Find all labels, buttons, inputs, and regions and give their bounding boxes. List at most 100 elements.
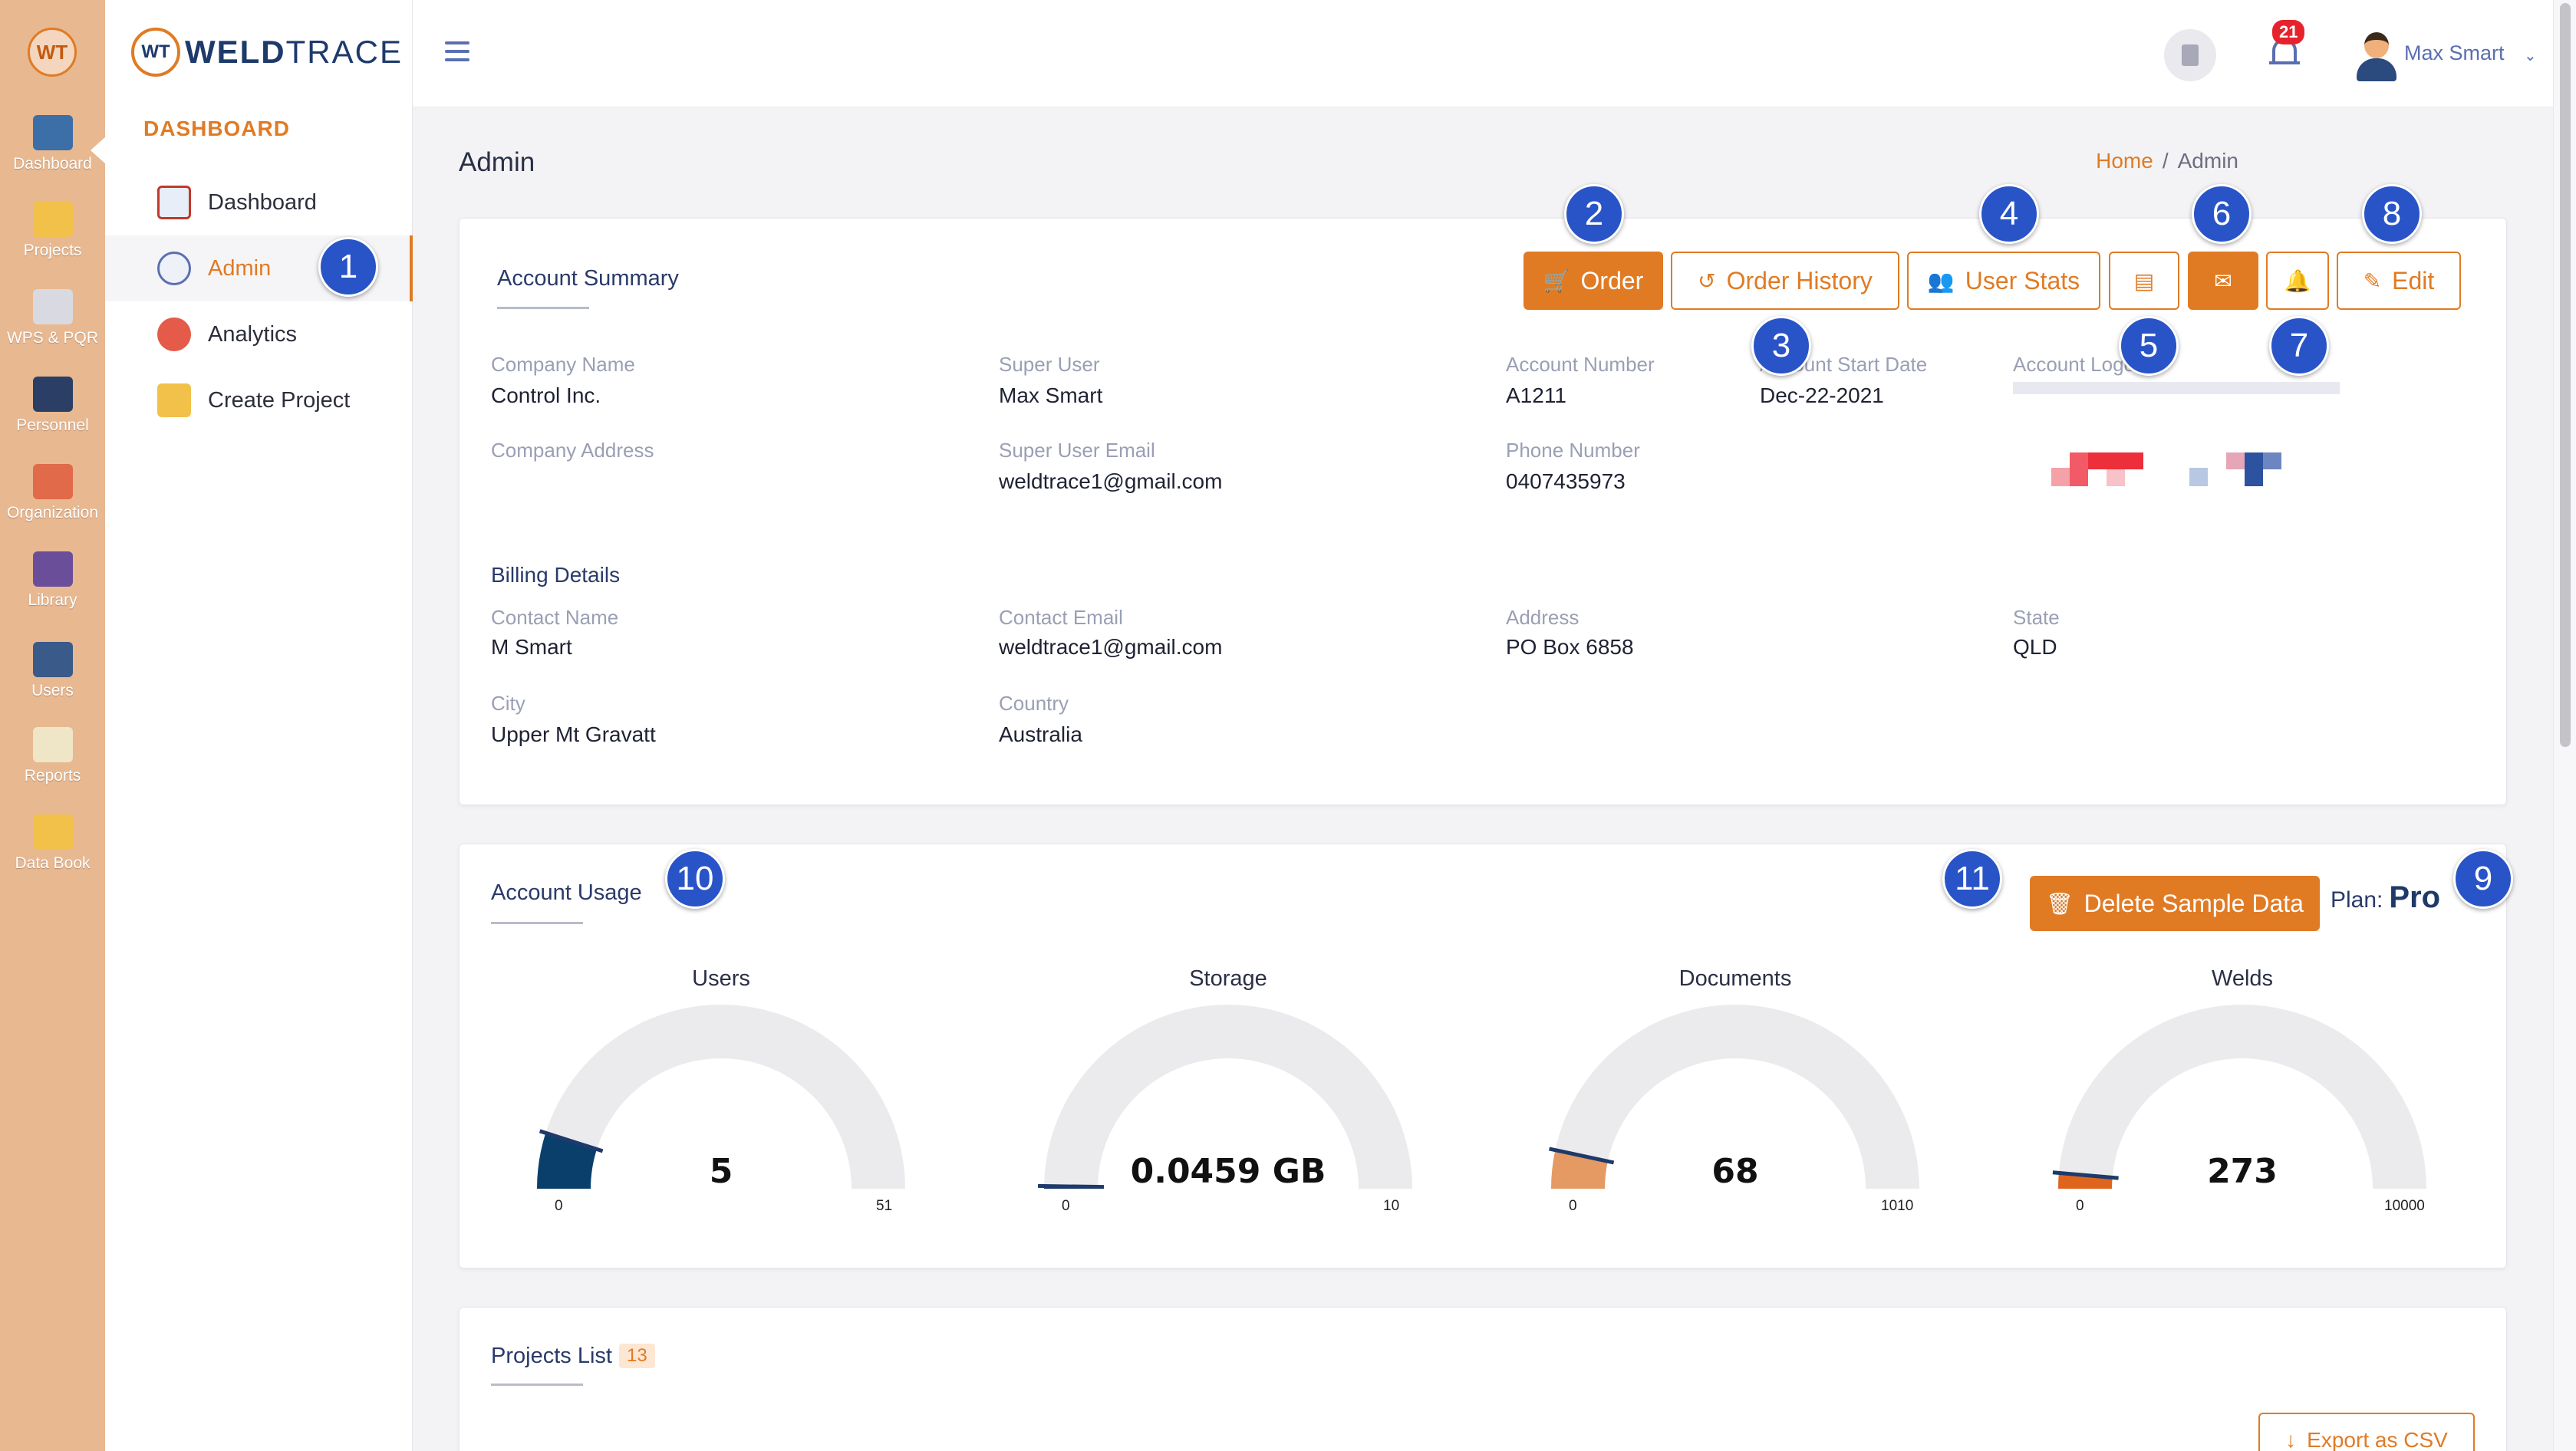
gauge-value-storage: 0.0459 GB <box>1130 1152 1326 1191</box>
company-address-label: Company Address <box>491 439 654 462</box>
rail-item-wps-pqr[interactable]: WPS & PQR <box>0 289 105 347</box>
envelope-icon: ✉ <box>2214 268 2232 293</box>
sidebar-item-analytics[interactable]: Analytics <box>105 301 413 367</box>
document-icon[interactable] <box>2164 29 2216 81</box>
account-logo-label: Account Logo <box>2013 353 2136 376</box>
gauge-max-welds: 10000 <box>2384 1198 2425 1214</box>
edit-button[interactable]: ✎ Edit <box>2337 252 2461 310</box>
billing-details-title: Billing Details <box>491 563 621 587</box>
marker-4: 4 <box>1979 184 2039 244</box>
plan-label: Plan: <box>2331 887 2383 913</box>
gauge-title-documents: Documents <box>1678 966 1792 991</box>
marker-10: 10 <box>665 849 725 909</box>
contact-email-label: Contact Email <box>999 606 1123 629</box>
weldtrace-logo-icon: WT <box>28 28 77 77</box>
gauge-max-storage: 10 <box>1383 1198 1400 1214</box>
state-label: State <box>2013 606 2060 629</box>
page-title: Admin <box>459 147 535 177</box>
scrollbar-thumb[interactable] <box>2560 3 2571 747</box>
users-group-icon <box>32 642 73 677</box>
account-start-date-value: Dec-22-2021 <box>1760 383 1884 407</box>
history-icon: ↺ <box>1698 268 1716 293</box>
trash-icon: 🗑 <box>2046 891 2074 916</box>
sidebar-item-dashboard[interactable]: Dashboard <box>105 169 413 235</box>
sidebar-item-create-project[interactable]: Create Project <box>105 367 413 433</box>
marker-11: 11 <box>1942 849 2002 909</box>
breadcrumb-home-link[interactable]: Home <box>2096 149 2153 173</box>
contact-name-value: M Smart <box>491 635 572 659</box>
address-label: Address <box>1506 606 1580 629</box>
marker-8: 8 <box>2362 184 2422 244</box>
account-usage-title: Account Usage <box>491 880 642 905</box>
gauge-min-welds: 0 <box>2076 1198 2084 1214</box>
gauge-max-documents: 1010 <box>1881 1198 1914 1214</box>
rail-item-library[interactable]: Library <box>0 551 105 610</box>
document-icon: ▤ <box>2133 268 2155 293</box>
phone-number-value: 0407435973 <box>1506 469 1626 493</box>
avatar[interactable] <box>2354 29 2400 81</box>
export-csv-button[interactable]: ↓ Export as CSV <box>2258 1413 2475 1451</box>
marker-9: 9 <box>2453 849 2513 909</box>
phone-number-label: Phone Number <box>1506 439 1640 462</box>
order-history-button[interactable]: ↺ Order History <box>1671 252 1899 310</box>
delete-sample-data-button[interactable]: 🗑 Delete Sample Data <box>2030 876 2320 931</box>
gauge-title-users: Users <box>692 966 750 991</box>
reports-clipboard-icon <box>32 727 73 762</box>
title-underline <box>497 307 589 309</box>
document-button[interactable]: ▤ <box>2109 252 2179 310</box>
icon-rail: WT Dashboard Projects WPS & PQR Personne… <box>0 0 106 1451</box>
brand[interactable]: WT WELDTRACE <box>131 28 403 77</box>
rail-item-users[interactable]: Users <box>0 642 105 700</box>
contact-name-label: Contact Name <box>491 606 619 629</box>
title-underline <box>491 922 583 924</box>
rail-item-data-book[interactable]: Data Book <box>0 814 105 873</box>
rail-item-personnel[interactable]: Personnel <box>0 377 105 435</box>
active-indicator <box>91 137 106 164</box>
marker-3: 3 <box>1751 316 1811 376</box>
dashboard-monitor-icon <box>32 115 73 150</box>
company-name-label: Company Name <box>491 353 635 376</box>
weldtrace-brand-icon: WT <box>131 28 180 77</box>
gauge-title-welds: Welds <box>2211 966 2274 991</box>
gauge-value-welds: 273 <box>2207 1152 2278 1191</box>
city-label: City <box>491 692 525 715</box>
notify-button[interactable]: 🔔 <box>2266 252 2329 310</box>
rail-item-organization[interactable]: Organization <box>0 464 105 522</box>
user-name[interactable]: Max Smart <box>2404 41 2505 65</box>
brand-name: WELDTRACE <box>185 34 404 70</box>
account-summary-title: Account Summary <box>497 266 679 291</box>
plan-indicator: Plan: Pro <box>2331 880 2440 915</box>
account-number-label: Account Number <box>1506 353 1655 376</box>
rail-item-reports[interactable]: Reports <box>0 727 105 785</box>
secondary-sidebar: WT WELDTRACE DASHBOARD Dashboard Admin A… <box>105 0 413 1451</box>
projects-count-badge: 13 <box>619 1344 655 1368</box>
chevron-down-icon[interactable]: ⌄ <box>2524 46 2537 65</box>
order-button[interactable]: 🛒 Order <box>1524 252 1663 310</box>
rail-item-projects[interactable]: Projects <box>0 202 105 260</box>
page-scrollbar[interactable] <box>2553 0 2576 1451</box>
notification-count-badge: 21 <box>2272 20 2305 44</box>
title-underline <box>491 1384 583 1386</box>
country-label: Country <box>999 692 1069 715</box>
breadcrumb-current: Admin <box>2177 149 2238 173</box>
gauge-min-storage: 0 <box>1062 1198 1070 1214</box>
super-user-value: Max Smart <box>999 383 1103 407</box>
state-value: QLD <box>2013 635 2057 659</box>
library-books-icon <box>32 551 73 587</box>
user-stats-button[interactable]: 👥 User Stats <box>1907 252 2100 310</box>
city-value: Upper Mt Gravatt <box>491 722 656 746</box>
projects-folder-icon <box>32 202 73 237</box>
folder-plus-icon <box>157 383 191 417</box>
marker-7: 7 <box>2269 316 2329 376</box>
contact-email-value: weldtrace1@gmail.com <box>999 635 1223 659</box>
gauge-min-documents: 0 <box>1569 1198 1577 1214</box>
gauge-value-documents: 68 <box>1711 1152 1759 1191</box>
gauge-title-storage: Storage <box>1189 966 1267 991</box>
email-button[interactable]: ✉ <box>2188 252 2258 310</box>
breadcrumb-separator: / <box>2162 149 2169 173</box>
rail-item-dashboard[interactable]: Dashboard <box>0 115 105 173</box>
country-value: Australia <box>999 722 1082 746</box>
topbar: 21 Max Smart ⌄ <box>413 0 2553 107</box>
arrow-down-icon: ↓ <box>2285 1428 2297 1451</box>
hamburger-menu-icon[interactable] <box>445 41 469 67</box>
